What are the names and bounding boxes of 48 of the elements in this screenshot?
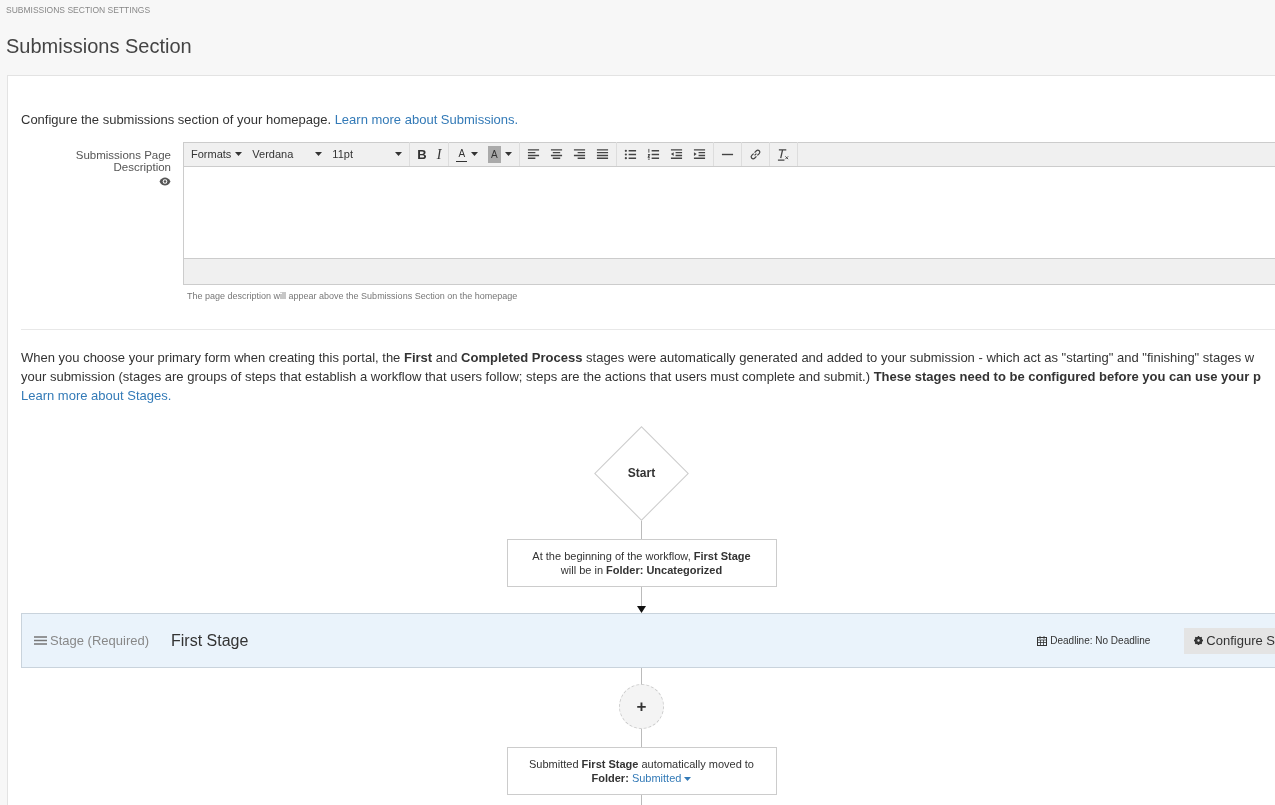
gear-icon	[1194, 636, 1204, 646]
workflow-note: Submitted First Stage automatically moved to Folder: Submitted	[506, 747, 777, 796]
breadcrumb: SUBMISSIONS SECTION SETTINGS	[5, 4, 152, 17]
dropdown-label: 11pt	[332, 147, 353, 162]
add-step-button[interactable]: +	[619, 684, 664, 730]
deadline-text: Deadline: No Deadline	[1050, 634, 1151, 649]
align-center-icon	[549, 147, 563, 161]
bold-button[interactable]: B	[412, 144, 432, 165]
bullet-list-icon	[623, 147, 637, 161]
field-label: Submissions Page Description	[74, 148, 171, 173]
align-right-icon	[572, 147, 586, 161]
field-hint: The page description will appear above the Submissions Section on the homepage	[186, 289, 519, 303]
eye-icon[interactable]	[159, 176, 171, 186]
learn-more-link[interactable]: Learn more about Submissions.	[334, 111, 519, 127]
calendar-icon	[1037, 635, 1048, 646]
outdent-icon	[669, 147, 683, 161]
caret-icon	[684, 777, 692, 782]
learn-more-link[interactable]: Learn more about Stages.	[21, 388, 172, 404]
workflow-note: At the beginning of the workflow, First Stage will be in Folder: Uncategorized	[506, 539, 777, 588]
caret-icon	[395, 152, 403, 157]
caret-icon	[504, 152, 512, 157]
dropdown-label: Verdana	[252, 147, 294, 162]
configure-button[interactable]: Configure S	[1184, 627, 1275, 654]
dropdown-label: Formats	[191, 147, 232, 162]
clear-format-icon	[776, 147, 790, 161]
text-color-button[interactable]: A	[451, 144, 484, 165]
drag-handle-icon[interactable]	[34, 636, 47, 646]
link-icon	[748, 147, 762, 161]
highlight-color-button[interactable]: A	[483, 144, 517, 165]
intro-text: Configure the submissions section of your homepage. Learn more about Submissions.	[21, 110, 520, 129]
stage-type-label: Stage (Required)	[50, 632, 149, 650]
caret-icon	[235, 152, 243, 157]
font-dropdown[interactable]: Verdana	[247, 144, 328, 165]
caret-icon	[315, 152, 323, 157]
formats-dropdown[interactable]: Formats	[186, 144, 248, 165]
italic-button[interactable]: I	[431, 144, 447, 165]
stages-description: When you choose your primary form when creating this portal, the First and Completed Process stages were automatically generated and added to your submission - which act as "starting" and "finishing" stages w your submission (stages are groups of steps that establish a workflow that users follow; steps are the actions that users must complete and submit.) These stages need to be configured before you can use your p Learn more about Stages.	[21, 349, 1262, 406]
rich-text-editor[interactable]: Formats Verdana 11pt B I A A	[183, 141, 1275, 285]
connector-arrow	[636, 587, 647, 614]
folder-dropdown[interactable]: Submitted	[631, 772, 692, 785]
indent-icon	[692, 147, 706, 161]
caret-icon	[471, 152, 479, 157]
align-left-icon	[526, 147, 540, 161]
font-dropdown[interactable]: 11pt	[327, 144, 408, 165]
stage-name: First Stage	[171, 630, 249, 651]
page-title: Submissions Section	[5, 33, 193, 59]
justify-icon	[595, 147, 609, 161]
numbered-list-icon	[646, 147, 660, 161]
